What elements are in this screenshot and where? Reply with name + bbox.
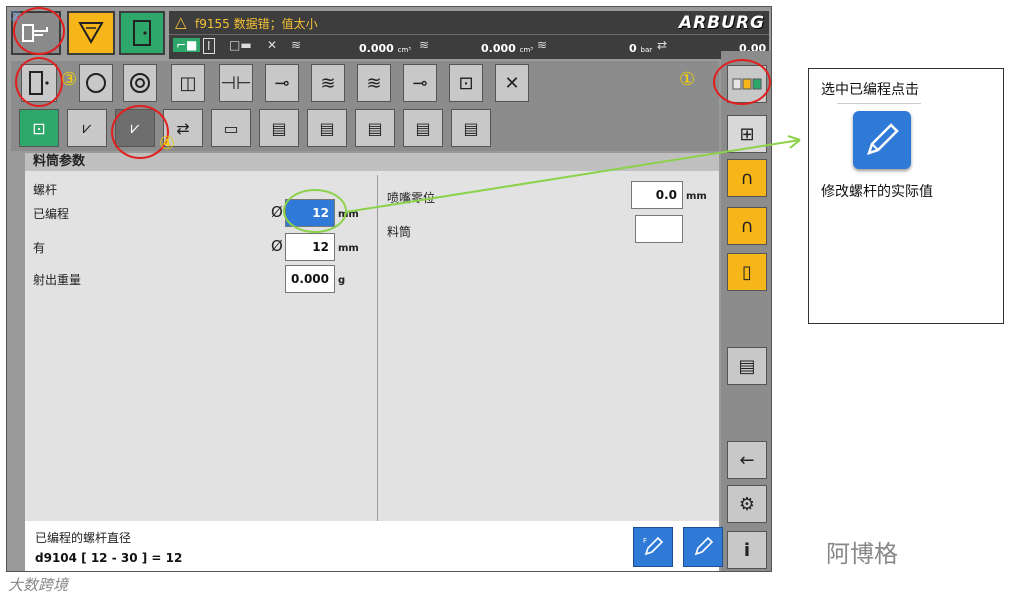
watermark-right: 阿博格 xyxy=(826,540,898,568)
callout-divider xyxy=(837,103,921,104)
callout-description: 修改螺杆的实际值 xyxy=(821,184,933,200)
callout-title: 选中已编程点击 xyxy=(821,82,919,98)
pencil-icon xyxy=(867,123,899,155)
instruction-callout: 选中已编程点击 修改螺杆的实际值 xyxy=(808,68,1004,324)
watermark-left: 大数跨境 xyxy=(8,576,69,594)
edit-button-preview xyxy=(853,111,911,169)
